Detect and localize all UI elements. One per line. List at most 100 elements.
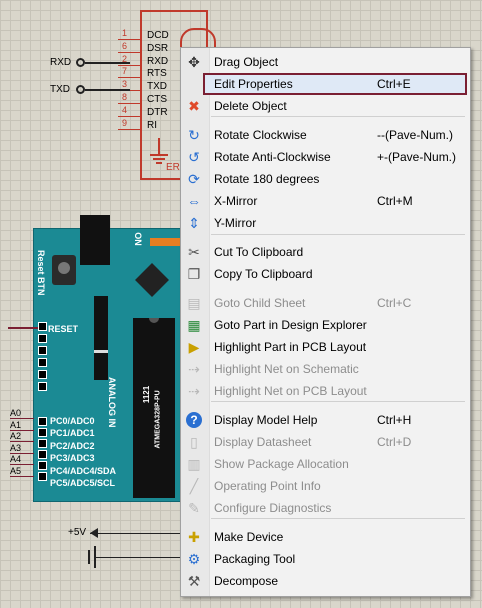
menu-item-x-mirror[interactable]: ⇔ X-Mirror Ctrl+M — [181, 190, 470, 212]
txd-terminal[interactable] — [76, 85, 85, 94]
menu-item-label: Rotate Clockwise — [214, 128, 307, 142]
menu-item-packaging-tool[interactable]: ⚙ Packaging Tool — [181, 548, 470, 570]
pin-number: 8 — [122, 92, 128, 102]
highlight-pcb-icon: ▶ — [188, 338, 200, 355]
analog-pin-label: PC1/ADC1 — [50, 428, 95, 439]
menu-item-label: Show Package Allocation — [214, 457, 349, 471]
analog-pin-label: PC3/ADC3 — [50, 453, 95, 464]
menu-item-edit-properties[interactable]: Edit Properties Ctrl+E — [203, 73, 467, 95]
analog-net-label: A1 — [10, 420, 34, 431]
menu-item-shortcut: Ctrl+C — [377, 296, 412, 310]
menu-item-goto-part-in-design-explorer[interactable]: ▦ Goto Part in Design Explorer — [181, 314, 470, 336]
analog-net-label: A2 — [10, 431, 34, 442]
menu-item-shortcut: +-(Pave-Num.) — [377, 150, 457, 164]
operating-point-icon: ╱ — [189, 477, 199, 494]
menu-item-label: Highlight Net on PCB Layout — [214, 384, 367, 398]
menu-item-label: Display Datasheet — [214, 435, 312, 449]
copy-icon: ❐ — [187, 265, 201, 282]
analog-pin-label: PC4/ADC4/SDA — [50, 465, 117, 476]
menu-item-label: Goto Child Sheet — [214, 296, 306, 310]
rotate-ccw-icon: ↺ — [188, 148, 200, 165]
context-menu: ✥ Drag Object Edit Properties Ctrl+E ✖ Delete… — [180, 47, 471, 597]
menu-item-label: Goto Part in Design Explorer — [214, 318, 367, 332]
pin-name: RXD — [147, 55, 169, 67]
menu-item-label: Rotate Anti-Clockwise — [214, 150, 331, 164]
menu-item-rotate-180-degrees[interactable]: ⟳ Rotate 180 degrees — [181, 168, 470, 190]
rxd-terminal[interactable] — [76, 58, 85, 67]
reset-header — [38, 322, 47, 398]
menu-item-label: Display Model Help — [214, 413, 318, 427]
analog-pin-label: PC0/ADC0 — [50, 416, 95, 426]
on-label: ON — [132, 232, 143, 246]
child-sheet-icon: ▤ — [187, 294, 201, 311]
pin-name: TXD — [147, 81, 167, 93]
menu-item-highlight-net-on-schematic[interactable]: ⇢ Highlight Net on Schematic — [181, 358, 470, 380]
plus5v-arrow-icon — [90, 528, 98, 538]
plus5v-wire — [90, 533, 185, 534]
rotate-cw-icon: ↻ — [188, 126, 200, 143]
analog-net-label: A3 — [10, 443, 34, 454]
menu-item-operating-point-info[interactable]: ╱ Operating Point Info — [181, 475, 470, 497]
menu-item-configure-diagnostics[interactable]: ✎ Configure Diagnostics — [181, 497, 470, 519]
menu-item-shortcut: Ctrl+E — [377, 77, 411, 91]
menu-item-rotate-clockwise[interactable]: ↻ Rotate Clockwise --(Pave-Num.) — [181, 124, 470, 146]
make-device-icon: ✚ — [188, 528, 200, 545]
reset-btn-label: Reset BTN — [36, 250, 46, 296]
package-icon: ▥ — [187, 455, 201, 472]
menu-item-display-model-help[interactable]: ? Display Model Help Ctrl+H — [181, 409, 470, 431]
pin-name: RI — [147, 119, 157, 131]
menu-item-label: Cut To Clipboard — [214, 245, 304, 259]
diagnostics-icon: ✎ — [188, 499, 200, 516]
analog-pin-label: PC5/ADC5/SCL — [50, 478, 116, 488]
pin-name: CTS — [147, 94, 167, 105]
menu-item-label: X-Mirror — [214, 194, 258, 208]
menu-item-show-package-allocation[interactable]: ▥ Show Package Allocation — [181, 453, 470, 475]
analog-net-label: A5 — [10, 466, 34, 477]
help-icon: ? — [186, 412, 202, 428]
menu-item-copy-to-clipboard[interactable]: ❐ Copy To Clipboard — [181, 263, 470, 285]
power-led — [150, 238, 184, 246]
menu-item-label: Highlight Part in PCB Layout — [214, 340, 367, 354]
menu-item-delete-object[interactable]: ✖ Delete Object — [181, 95, 470, 117]
pin-number: 6 — [122, 40, 128, 51]
pin-number: 1 — [122, 28, 128, 38]
menu-item-shortcut: --(Pave-Num.) — [377, 128, 454, 142]
decompose-icon: ⚒ — [187, 572, 201, 589]
menu-item-shortcut: Ctrl+H — [377, 413, 412, 427]
menu-item-label: Configure Diagnostics — [214, 501, 332, 515]
rotate-180-icon: ⟳ — [188, 170, 200, 187]
plus5v-label: +5V — [68, 527, 87, 538]
chip-name: ATMEGA328P-PU — [154, 390, 162, 449]
net-pcb-icon: ⇢ — [188, 382, 200, 399]
menu-item-cut-to-clipboard[interactable]: ✂ Cut To Clipboard — [181, 241, 470, 263]
analog-pin-label: PC2/ADC2 — [50, 440, 95, 451]
menu-item-highlight-part-in-pcb-layout[interactable]: ▶ Highlight Part in PCB Layout — [181, 336, 470, 358]
pin-line — [118, 128, 140, 130]
menu-item-decompose[interactable]: ⚒ Decompose — [181, 570, 470, 592]
menu-item-label: Make Device — [214, 530, 284, 544]
menu-item-label: Delete Object — [214, 99, 287, 113]
menu-item-label: Rotate 180 degrees — [214, 172, 320, 186]
pin-number: 9 — [122, 117, 128, 128]
menu-item-shortcut: Ctrl+D — [377, 435, 412, 449]
capacitor — [88, 550, 90, 564]
analog-net-label: A4 — [10, 454, 34, 465]
ground-wire — [158, 138, 160, 154]
menu-item-highlight-net-on-pcb-layout[interactable]: ⇢ Highlight Net on PCB Layout — [181, 380, 470, 402]
connector-pin: 9 RI — [112, 117, 182, 132]
menu-item-y-mirror[interactable]: ⇕ Y-Mirror — [181, 212, 470, 234]
menu-item-shortcut: Ctrl+M — [377, 194, 413, 208]
menu-item-label: Operating Point Info — [214, 479, 321, 493]
menu-item-rotate-anti-clockwise[interactable]: ↺ Rotate Anti-Clockwise +-(Pave-Num.) — [181, 146, 470, 168]
move-icon: ✥ — [188, 53, 200, 70]
pin-number: 7 — [122, 66, 128, 77]
menu-item-label: Highlight Net on Schematic — [214, 362, 359, 376]
cut-icon: ✂ — [188, 243, 200, 260]
y-mirror-icon: ⇕ — [188, 214, 200, 231]
menu-item-make-device[interactable]: ✚ Make Device — [181, 526, 470, 548]
menu-item-drag-object[interactable]: ✥ Drag Object — [181, 51, 470, 73]
menu-item-label: Packaging Tool — [214, 552, 296, 566]
menu-item-goto-child-sheet[interactable]: ▤ Goto Child Sheet Ctrl+C — [181, 292, 470, 314]
delete-x-icon: ✖ — [188, 97, 200, 114]
menu-item-display-datasheet[interactable]: ▯ Display Datasheet Ctrl+D — [181, 431, 470, 453]
